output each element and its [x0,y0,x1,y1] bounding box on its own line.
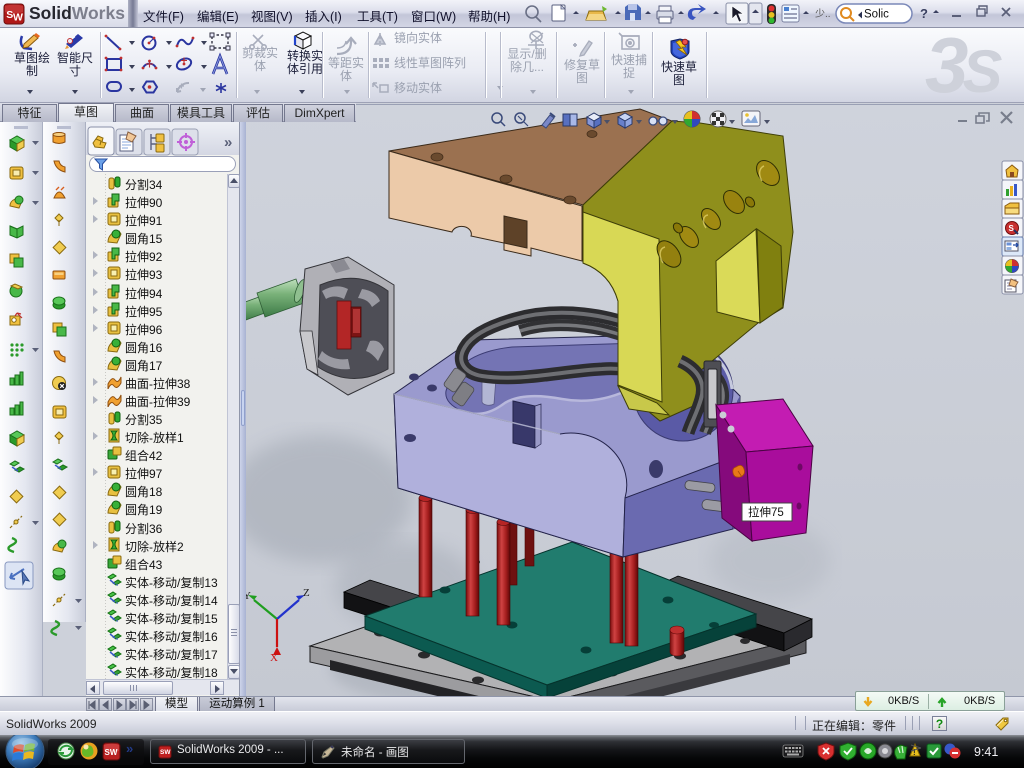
svg-text:Solic: Solic [864,9,889,21]
svg-text:»: » [126,741,133,756]
svg-text:SW: SW [160,749,171,756]
svg-text:»: » [224,134,232,151]
svg-text:?: ? [920,6,928,21]
svg-text:拉伸75: 拉伸75 [748,505,784,519]
svg-text:少..: 少.. [815,8,831,20]
svg-text:SW: SW [105,748,118,757]
svg-text:S: S [1009,224,1015,233]
svg-text:W: W [13,12,23,24]
